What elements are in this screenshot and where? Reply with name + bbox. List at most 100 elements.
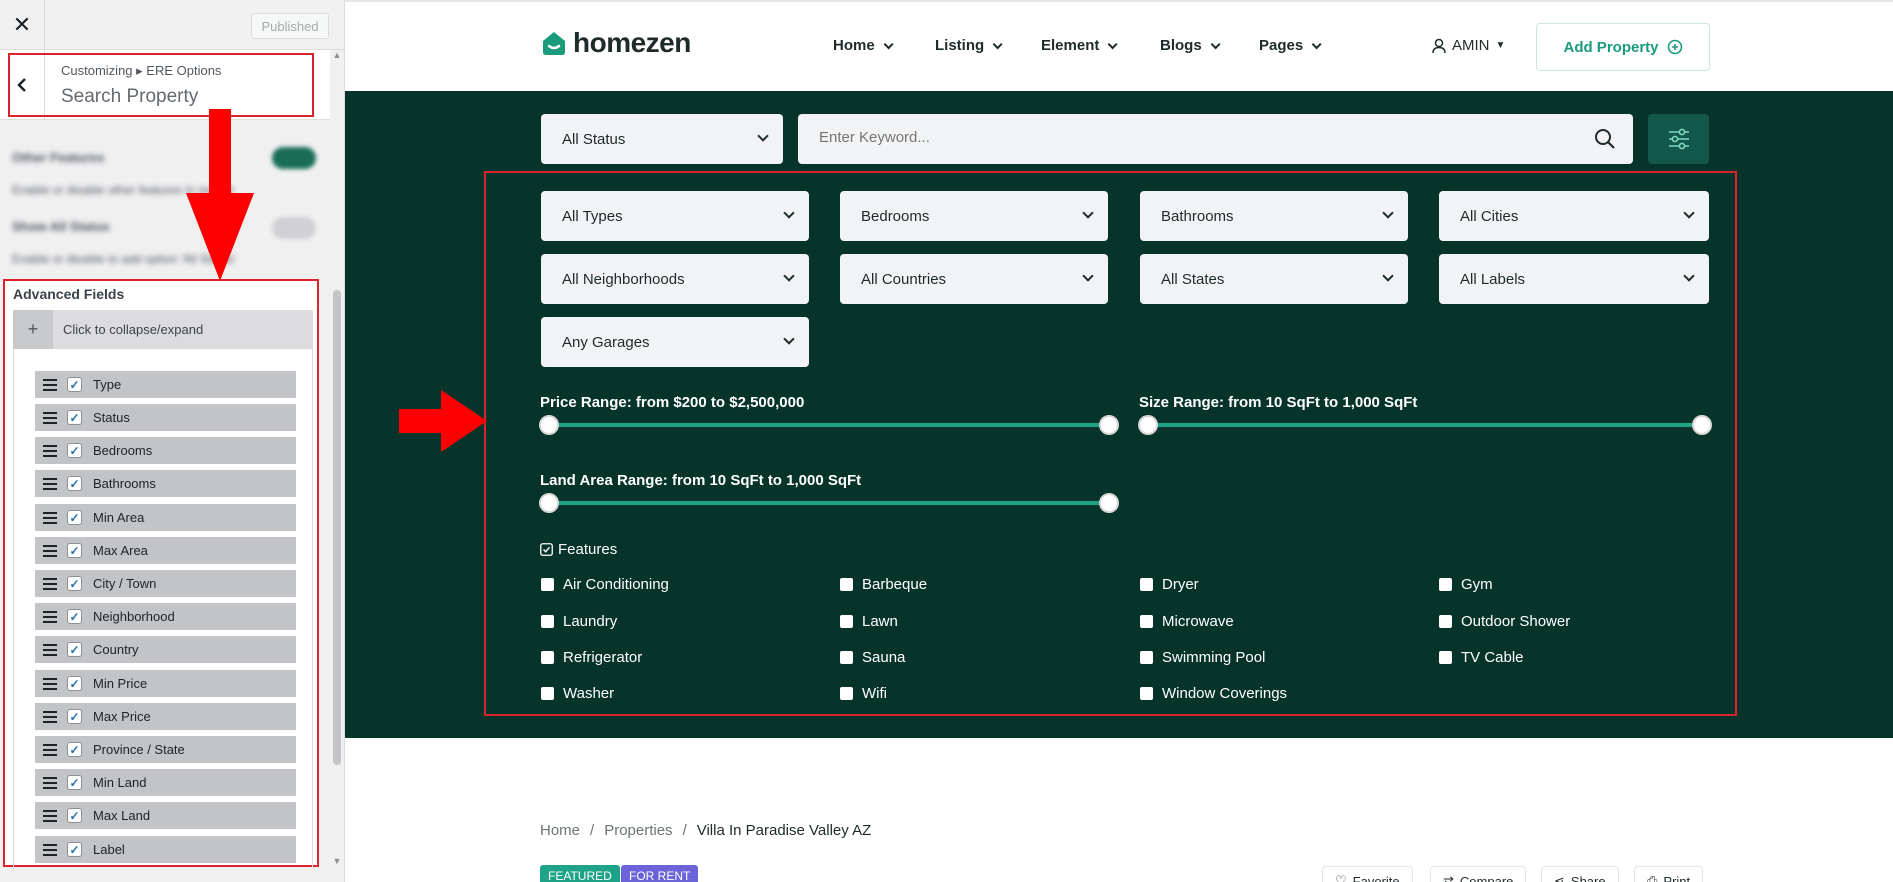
field-checkbox[interactable]: ✓ (67, 443, 82, 458)
feature-washer[interactable]: Washer (541, 685, 614, 702)
land-range-min-handle[interactable] (539, 493, 559, 513)
drag-handle-icon[interactable] (43, 511, 57, 524)
show-all-status-toggle[interactable] (272, 217, 316, 239)
advanced-field-item[interactable]: ✓ Max Price (35, 703, 296, 730)
nav-blogs[interactable]: Blogs (1160, 37, 1221, 54)
advanced-field-item[interactable]: ✓ Bedrooms (35, 437, 296, 464)
features-toggle[interactable]: Features (540, 541, 617, 558)
status-select[interactable]: All Status (541, 114, 783, 164)
drag-handle-icon[interactable] (43, 809, 57, 822)
advanced-field-item[interactable]: ✓ Min Price (35, 670, 296, 697)
field-checkbox[interactable]: ✓ (67, 775, 82, 790)
labels-select[interactable]: All Labels (1439, 254, 1709, 304)
user-menu[interactable]: AMIN ▼ (1432, 37, 1505, 54)
field-checkbox[interactable]: ✓ (67, 543, 82, 558)
feature-checkbox[interactable] (541, 687, 554, 700)
drag-handle-icon[interactable] (43, 843, 57, 856)
advanced-field-item[interactable]: ✓ Province / State (35, 736, 296, 763)
feature-wifi[interactable]: Wifi (840, 685, 887, 702)
compare-button[interactable]: ⇄ Compare (1430, 866, 1527, 882)
feature-checkbox[interactable] (840, 687, 853, 700)
keyword-field[interactable] (798, 114, 1633, 164)
advanced-field-item[interactable]: ✓ Neighborhood (35, 603, 296, 630)
drag-handle-icon[interactable] (43, 477, 57, 490)
feature-gym[interactable]: Gym (1439, 576, 1493, 593)
feature-checkbox[interactable] (840, 615, 853, 628)
drag-handle-icon[interactable] (43, 743, 57, 756)
other-features-toggle[interactable] (272, 147, 316, 169)
advanced-field-item[interactable]: ✓ Status (35, 404, 296, 431)
drag-handle-icon[interactable] (43, 677, 57, 690)
land-range-track[interactable] (549, 501, 1109, 505)
land-range-max-handle[interactable] (1099, 493, 1119, 513)
add-property-button[interactable]: Add Property (1536, 23, 1710, 71)
garages-select[interactable]: Any Garages (541, 317, 809, 367)
field-checkbox[interactable]: ✓ (67, 676, 82, 691)
favorite-button[interactable]: ♡ Favorite (1322, 866, 1413, 882)
nav-element[interactable]: Element (1041, 37, 1118, 54)
feature-checkbox[interactable] (1439, 651, 1452, 664)
nav-listing[interactable]: Listing (935, 37, 1003, 54)
publish-button[interactable]: Published (251, 13, 329, 39)
field-checkbox[interactable]: ✓ (67, 576, 82, 591)
search-icon[interactable] (1593, 127, 1617, 151)
drag-handle-icon[interactable] (43, 444, 57, 457)
feature-checkbox[interactable] (1140, 615, 1153, 628)
advanced-field-item[interactable]: ✓ Bathrooms (35, 470, 296, 497)
price-range-min-handle[interactable] (539, 415, 559, 435)
drag-handle-icon[interactable] (43, 643, 57, 656)
feature-checkbox[interactable] (1140, 651, 1153, 664)
keyword-input[interactable] (819, 129, 1519, 146)
feature-sauna[interactable]: Sauna (840, 649, 905, 666)
collapse-toggle[interactable]: + Click to collapse/expand (13, 310, 313, 349)
advanced-filter-button[interactable] (1648, 114, 1709, 164)
feature-barbeque[interactable]: Barbeque (840, 576, 927, 593)
size-range-track[interactable] (1148, 423, 1702, 427)
size-range-max-handle[interactable] (1692, 415, 1712, 435)
size-range-min-handle[interactable] (1138, 415, 1158, 435)
bathrooms-select[interactable]: Bathrooms (1140, 191, 1408, 241)
site-logo[interactable]: homezen (541, 27, 691, 59)
breadcrumb-properties[interactable]: Properties (604, 822, 672, 839)
feature-checkbox[interactable] (1439, 615, 1452, 628)
advanced-field-item[interactable]: ✓ Type (35, 371, 296, 398)
states-select[interactable]: All States (1140, 254, 1408, 304)
field-checkbox[interactable]: ✓ (67, 609, 82, 624)
types-select[interactable]: All Types (541, 191, 809, 241)
cities-select[interactable]: All Cities (1439, 191, 1709, 241)
price-range-track[interactable] (549, 423, 1109, 427)
feature-tv-cable[interactable]: TV Cable (1439, 649, 1524, 666)
field-checkbox[interactable]: ✓ (67, 808, 82, 823)
drag-handle-icon[interactable] (43, 610, 57, 623)
drag-handle-icon[interactable] (43, 710, 57, 723)
advanced-field-item[interactable]: ✓ Country (35, 636, 296, 663)
field-checkbox[interactable]: ✓ (67, 842, 82, 857)
sidebar-scroll-thumb[interactable] (333, 290, 341, 765)
drag-handle-icon[interactable] (43, 411, 57, 424)
share-button[interactable]: ⋖ Share (1541, 866, 1619, 882)
advanced-field-item[interactable]: ✓ Max Land (35, 802, 296, 829)
feature-checkbox[interactable] (1140, 578, 1153, 591)
nav-home[interactable]: Home (833, 37, 894, 54)
drag-handle-icon[interactable] (43, 544, 57, 557)
breadcrumb-home[interactable]: Home (540, 822, 580, 839)
field-checkbox[interactable]: ✓ (67, 709, 82, 724)
price-range-max-handle[interactable] (1099, 415, 1119, 435)
feature-air-conditioning[interactable]: Air Conditioning (541, 576, 669, 593)
nav-pages[interactable]: Pages (1259, 37, 1322, 54)
countries-select[interactable]: All Countries (840, 254, 1108, 304)
advanced-field-item[interactable]: ✓ City / Town (35, 570, 296, 597)
advanced-field-item[interactable]: ✓ Label (35, 836, 296, 863)
feature-checkbox[interactable] (840, 578, 853, 591)
feature-checkbox[interactable] (541, 651, 554, 664)
feature-refrigerator[interactable]: Refrigerator (541, 649, 642, 666)
feature-checkbox[interactable] (1140, 687, 1153, 700)
field-checkbox[interactable]: ✓ (67, 510, 82, 525)
drag-handle-icon[interactable] (43, 378, 57, 391)
feature-laundry[interactable]: Laundry (541, 613, 617, 630)
print-button[interactable]: ⎙ Print (1634, 866, 1704, 882)
neighborhoods-select[interactable]: All Neighborhoods (541, 254, 809, 304)
feature-lawn[interactable]: Lawn (840, 613, 898, 630)
advanced-field-item[interactable]: ✓ Min Area (35, 504, 296, 531)
feature-checkbox[interactable] (541, 578, 554, 591)
